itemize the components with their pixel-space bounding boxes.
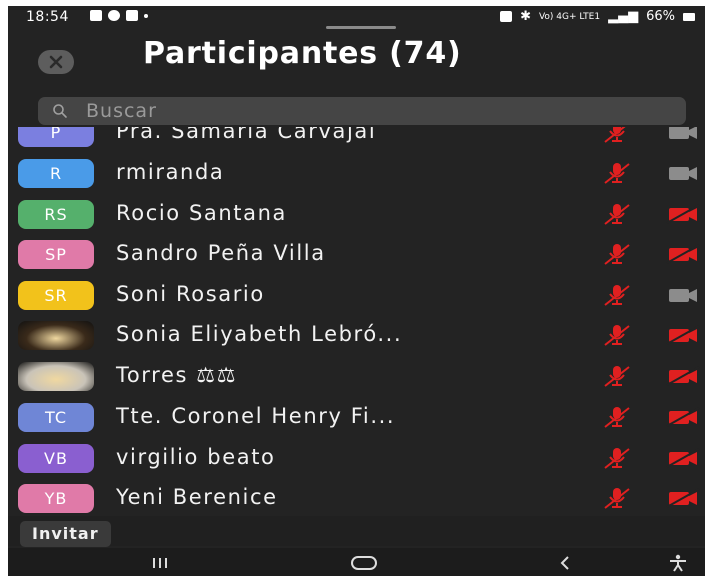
avatar-initials: SR bbox=[44, 286, 68, 305]
participant-name: virgilio beato bbox=[116, 445, 276, 469]
avatar: VB bbox=[18, 444, 94, 473]
avatar-initials: TC bbox=[44, 408, 67, 427]
participant-row[interactable]: Torres ⚖⚖ bbox=[8, 355, 705, 395]
messenger-notification-icon bbox=[108, 10, 120, 21]
avatar: YB bbox=[18, 484, 94, 513]
mic-muted-icon[interactable] bbox=[602, 202, 632, 226]
youtube-notification-icon bbox=[126, 10, 138, 21]
page-title: Participantes (74) bbox=[143, 36, 462, 71]
gallery-notification-icon bbox=[90, 10, 102, 21]
close-button[interactable] bbox=[38, 50, 74, 74]
status-time: 18:54 bbox=[26, 9, 69, 25]
accessibility-icon bbox=[670, 554, 686, 572]
avatar-initials: R bbox=[49, 164, 63, 183]
home-icon bbox=[351, 556, 377, 570]
mic-muted-icon[interactable] bbox=[602, 364, 632, 388]
android-nav-bar bbox=[8, 548, 705, 576]
battery-percent: 66% bbox=[646, 9, 675, 24]
avatar-initials: SP bbox=[45, 245, 67, 264]
mic-muted-icon[interactable] bbox=[602, 242, 632, 266]
participant-row[interactable]: TC Tte. Coronel Henry Fi... bbox=[8, 396, 705, 436]
camera-icon[interactable] bbox=[663, 163, 701, 183]
sheet-drag-handle[interactable] bbox=[326, 26, 396, 29]
participant-name: Rocio Santana bbox=[116, 201, 287, 225]
participant-row[interactable]: SP Sandro Peña Villa bbox=[8, 233, 705, 273]
mic-muted-icon[interactable] bbox=[602, 161, 632, 185]
more-notifications-icon bbox=[144, 13, 148, 18]
avatar: RS bbox=[18, 200, 94, 229]
back-button[interactable] bbox=[553, 552, 577, 574]
camera-off-icon[interactable] bbox=[663, 366, 701, 386]
mic-muted-icon[interactable] bbox=[602, 127, 632, 144]
avatar: R bbox=[18, 159, 94, 188]
camera-off-icon[interactable] bbox=[663, 244, 701, 264]
avatar bbox=[18, 321, 94, 350]
participant-name: rmiranda bbox=[116, 160, 225, 184]
avatar-initials: RS bbox=[44, 205, 68, 224]
back-icon bbox=[560, 556, 569, 570]
camera-icon[interactable] bbox=[663, 285, 701, 305]
participant-name: Soni Rosario bbox=[116, 282, 265, 306]
invite-button[interactable]: Invitar bbox=[20, 521, 111, 547]
participant-row[interactable]: Rrmiranda bbox=[8, 152, 705, 192]
mic-muted-icon[interactable] bbox=[602, 405, 632, 429]
avatar-initials: VB bbox=[44, 449, 68, 468]
camera-off-icon[interactable] bbox=[663, 448, 701, 468]
search-input[interactable] bbox=[86, 100, 646, 122]
status-bar: 18:54 ✱ Vo) 4G+ LTE1 ▂▄▆ 66% bbox=[8, 6, 705, 28]
accessibility-button[interactable] bbox=[666, 552, 690, 574]
avatar: TC bbox=[18, 403, 94, 432]
mic-muted-icon[interactable] bbox=[602, 283, 632, 307]
mic-muted-icon[interactable] bbox=[602, 323, 632, 347]
recent-apps-button[interactable] bbox=[146, 552, 174, 574]
notification-icons bbox=[90, 10, 148, 21]
participant-row[interactable]: SR Soni Rosario bbox=[8, 274, 705, 314]
participant-row[interactable]: YB Yeni Berenice bbox=[8, 477, 705, 516]
participant-row[interactable]: Sonia Eliyabeth Lebró... bbox=[8, 314, 705, 354]
participant-row[interactable]: VB virgilio beato bbox=[8, 437, 705, 477]
search-icon bbox=[53, 104, 67, 118]
avatar: SR bbox=[18, 281, 94, 310]
camera-off-icon[interactable] bbox=[663, 407, 701, 427]
camera-off-icon[interactable] bbox=[663, 204, 701, 224]
participant-row[interactable]: RS Rocio Santana bbox=[8, 193, 705, 233]
avatar: SP bbox=[18, 240, 94, 269]
avatar-photo bbox=[18, 362, 94, 391]
bluetooth-icon: ✱ bbox=[520, 9, 531, 24]
home-button[interactable] bbox=[344, 552, 384, 574]
search-bar[interactable] bbox=[38, 97, 686, 125]
camera-status-icon bbox=[500, 11, 513, 22]
signal-icon: ▂▄▆ bbox=[608, 9, 639, 24]
camera-off-icon[interactable] bbox=[663, 488, 701, 508]
bottom-toolbar bbox=[8, 516, 705, 546]
camera-off-icon[interactable] bbox=[663, 325, 701, 345]
recent-apps-icon bbox=[153, 558, 167, 568]
participant-name: Sandro Peña Villa bbox=[116, 241, 326, 265]
network-text: Vo) 4G+ LTE1 bbox=[538, 11, 601, 22]
participant-name: Tte. Coronel Henry Fi... bbox=[116, 404, 396, 428]
participant-name: Torres ⚖⚖ bbox=[116, 363, 238, 387]
battery-icon bbox=[683, 12, 695, 21]
participant-name: Pra. Samaria Carvajal bbox=[116, 127, 377, 143]
avatar-initials: YB bbox=[44, 489, 68, 508]
mic-muted-icon[interactable] bbox=[602, 446, 632, 470]
system-status: ✱ Vo) 4G+ LTE1 ▂▄▆ 66% bbox=[500, 9, 695, 24]
participant-row[interactable]: P Pra. Samaria Carvajal bbox=[8, 127, 705, 151]
camera-icon[interactable] bbox=[663, 127, 701, 142]
avatar-photo bbox=[18, 321, 94, 350]
participant-name: Sonia Eliyabeth Lebró... bbox=[116, 322, 403, 346]
mic-muted-icon[interactable] bbox=[602, 486, 632, 510]
participant-list[interactable]: P Pra. Samaria Carvajal Rrmiranda RS Rocio S… bbox=[8, 127, 705, 516]
phone-screen: 18:54 ✱ Vo) 4G+ LTE1 ▂▄▆ 66% Participant… bbox=[8, 6, 705, 576]
close-icon bbox=[49, 55, 63, 69]
avatar bbox=[18, 362, 94, 391]
participant-name: Yeni Berenice bbox=[116, 485, 278, 509]
avatar: P bbox=[18, 127, 94, 147]
avatar-initials: P bbox=[50, 127, 62, 142]
